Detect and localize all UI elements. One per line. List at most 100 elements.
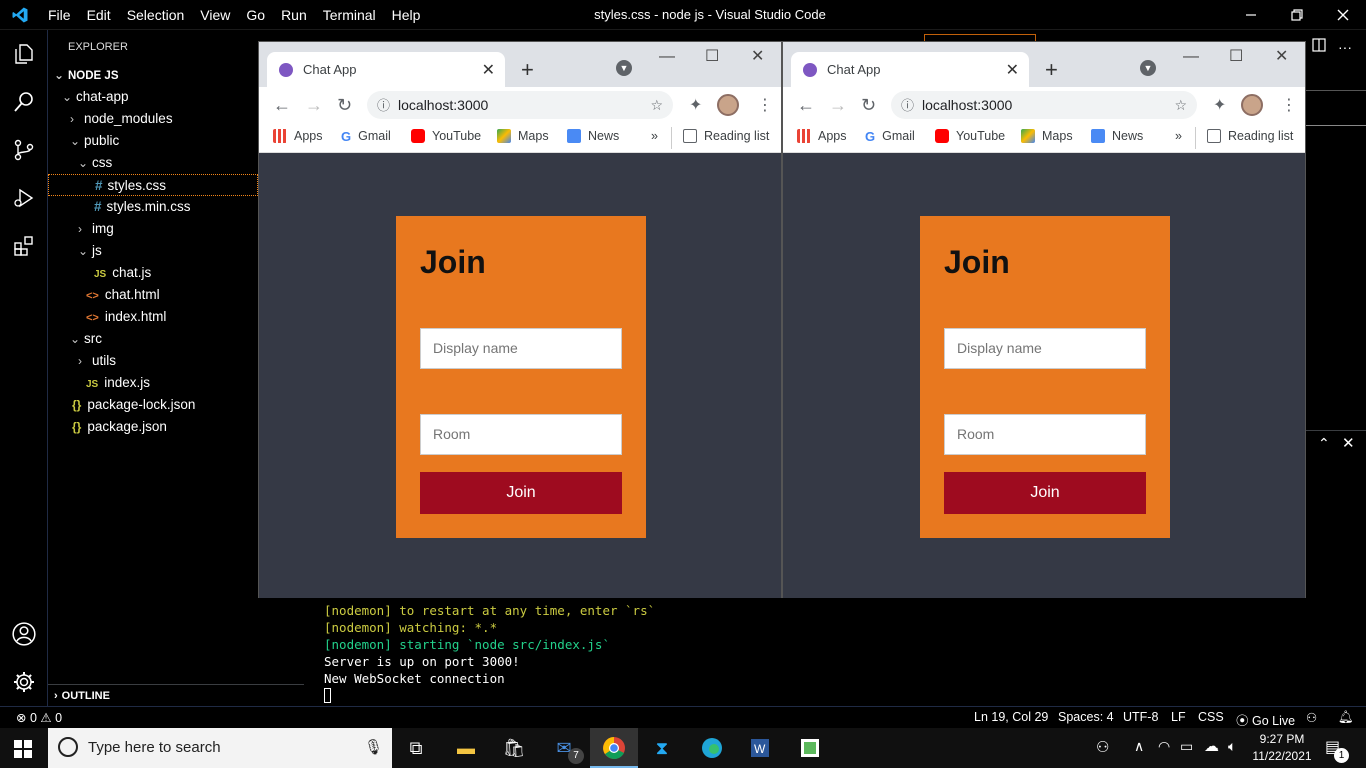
bookmark-news[interactable]: News [1091,129,1143,143]
explorer-item[interactable]: <> index.html [48,306,258,328]
workspace-root[interactable]: ⌄ NODE JS [48,64,258,86]
volume-icon[interactable]: 🔈︎ [1228,738,1236,755]
chrome-taskbar-button[interactable] [590,728,638,768]
split-editor-icon[interactable] [1312,37,1326,57]
display-name-input[interactable]: Display name [944,328,1146,369]
extensions-puzzle-icon[interactable]: ✦ [689,95,702,115]
tab-close-icon[interactable]: ✕ [482,60,495,80]
outline-section[interactable]: › OUTLINE [48,684,304,706]
menu-help[interactable]: Help [384,0,429,30]
cursor-position[interactable]: Ln 19, Col 29 [974,710,1048,724]
explorer-item[interactable]: JS chat.js [48,262,258,284]
extensions-icon[interactable] [0,222,48,270]
people-icon[interactable]: ⚇ [1096,738,1109,756]
go-live[interactable]: ⦿ Go Live [1236,710,1295,729]
address-bar[interactable]: ⓘ localhost:3000 ☆ [367,91,673,119]
explorer-item[interactable]: › utils [48,350,258,372]
menu-go[interactable]: Go [238,0,273,30]
close-icon[interactable]: ✕ [751,46,764,66]
explorer-item[interactable]: ⌄ css [48,152,258,174]
close-panel-icon[interactable]: ✕ [1342,434,1355,452]
maximize-panel-icon[interactable]: ⌃ [1318,435,1330,452]
back-arrow-icon[interactable]: ← [273,95,291,116]
notifications-bell-icon[interactable]: 🔔︎ [1338,710,1354,725]
menu-kebab-icon[interactable]: ⋮ [757,95,773,115]
reload-icon[interactable]: ↻ [861,95,876,116]
browser-tab[interactable]: Chat App ✕ [267,52,505,87]
join-button[interactable]: Join [944,472,1146,514]
new-tab-icon[interactable]: + [521,57,534,83]
wifi-icon[interactable]: ◠ [1158,738,1170,755]
word-icon[interactable]: W [746,734,774,762]
explorer-item[interactable]: ⌄ chat-app [48,86,258,108]
menu-selection[interactable]: Selection [119,0,193,30]
spreadsheet-icon[interactable] [796,734,824,762]
battery-icon[interactable]: ▭ [1180,738,1193,755]
bookmark-maps[interactable]: Maps [497,129,549,143]
bookmark-star-icon[interactable]: ☆ [1174,91,1187,119]
close-icon[interactable] [1320,0,1366,30]
restore-icon[interactable] [1274,0,1320,30]
menu-view[interactable]: View [192,0,238,30]
chevron-up-icon[interactable]: ∧ [1134,738,1144,755]
menu-file[interactable]: File [40,0,79,30]
explorer-item[interactable]: {} package.json [48,416,258,438]
address-bar[interactable]: ⓘ localhost:3000 ☆ [891,91,1197,119]
avatar[interactable] [717,94,739,116]
maximize-icon[interactable]: ☐ [705,46,719,66]
new-tab-icon[interactable]: + [1045,57,1058,83]
problems-indicator[interactable]: ⊗ 0 ⚠ 0 [16,710,62,725]
windows-start-icon[interactable] [14,740,32,763]
minimize-icon[interactable]: — [1183,48,1199,66]
explorer-item[interactable]: {} package-lock.json [48,394,258,416]
more-bookmarks-icon[interactable]: » [1175,129,1182,143]
reload-icon[interactable]: ↻ [337,95,352,116]
cloud-icon[interactable]: ☁ [1204,737,1219,755]
bookmark-youtube[interactable]: YouTube [411,129,481,143]
feedback-icon[interactable]: ⚇ [1306,710,1317,725]
explorer-item[interactable]: ⌄ public [48,130,258,152]
terminal[interactable]: [nodemon] to restart at any time, enter … [304,598,1366,706]
encoding[interactable]: UTF-8 [1123,710,1158,724]
forward-arrow-icon[interactable]: → [305,95,323,116]
explorer-item[interactable]: # styles.css [48,174,258,196]
account-icon[interactable] [0,610,48,658]
explorer-item[interactable]: <> chat.html [48,284,258,306]
store-icon[interactable]: 🛍︎ [500,734,528,762]
explorer-icon[interactable] [0,30,48,78]
room-input[interactable]: Room [420,414,622,455]
bookmark-gmail[interactable]: G Gmail [341,129,391,144]
bookmark-maps[interactable]: Maps [1021,129,1073,143]
display-name-input[interactable]: Display name [420,328,622,369]
tab-search-icon[interactable]: ▼ [616,60,632,76]
more-bookmarks-icon[interactable]: » [651,129,658,143]
bookmark-gmail[interactable]: G Gmail [865,129,915,144]
menu-terminal[interactable]: Terminal [315,0,384,30]
bookmark-youtube[interactable]: YouTube [935,129,1005,143]
reading-list[interactable]: Reading list [1207,129,1293,143]
taskbar-search-box[interactable]: Type here to search 🎙︎ [48,728,392,768]
extensions-puzzle-icon[interactable]: ✦ [1213,95,1226,115]
menu-kebab-icon[interactable]: ⋮ [1281,95,1297,115]
task-view-icon[interactable]: ⧉ [402,734,430,762]
menu-run[interactable]: Run [273,0,315,30]
browser-tab[interactable]: Chat App ✕ [791,52,1029,87]
bookmark-news[interactable]: News [567,129,619,143]
microphone-icon[interactable]: 🎙︎ [364,738,383,756]
menu-edit[interactable]: Edit [79,0,119,30]
search-icon[interactable] [0,78,48,126]
explorer-item[interactable]: JS index.js [48,372,258,394]
run-debug-icon[interactable] [0,174,48,222]
file-explorer-icon[interactable]: ▬ [452,734,480,762]
edge-icon[interactable] [698,734,726,762]
explorer-item[interactable]: ⌄ src [48,328,258,350]
source-control-icon[interactable] [0,126,48,174]
join-button[interactable]: Join [420,472,622,514]
bookmark-apps[interactable]: Apps [797,129,847,143]
end-of-line[interactable]: LF [1171,710,1186,724]
settings-gear-icon[interactable] [0,658,48,706]
room-input[interactable]: Room [944,414,1146,455]
bookmark-apps[interactable]: Apps [273,129,323,143]
back-arrow-icon[interactable]: ← [797,95,815,116]
reading-list[interactable]: Reading list [683,129,769,143]
